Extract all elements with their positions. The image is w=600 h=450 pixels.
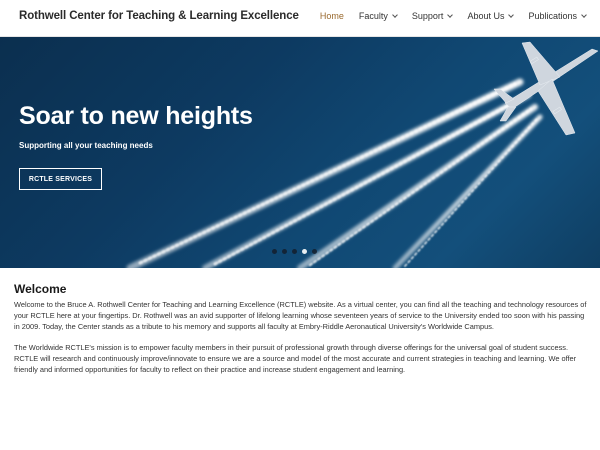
chevron-down-icon bbox=[392, 12, 398, 18]
nav-item-publications[interactable]: Publications bbox=[528, 11, 587, 21]
welcome-paragraph: Welcome to the Bruce A. Rothwell Center … bbox=[14, 300, 587, 331]
main-content: Welcome Welcome to the Bruce A. Rothwell… bbox=[14, 282, 589, 385]
chevron-down-icon bbox=[508, 12, 515, 18]
site-header: Rothwell Center for Teaching & Learning … bbox=[0, 0, 600, 37]
nav-item-home[interactable]: Home bbox=[320, 11, 344, 21]
main-nav: Home Faculty Support About Us Publicatio… bbox=[305, 11, 587, 21]
airplane-contrails-image bbox=[126, 41, 599, 268]
slider-pagination bbox=[272, 249, 317, 254]
hero-subheading: Supporting all your teaching needs bbox=[19, 141, 153, 150]
slide-dot[interactable] bbox=[272, 249, 277, 254]
nav-item-label: Faculty bbox=[358, 11, 388, 21]
chevron-down-icon bbox=[447, 12, 454, 18]
nav-item-about-us[interactable]: About Us bbox=[467, 11, 515, 21]
slide-dot[interactable] bbox=[292, 249, 297, 254]
nav-item-label: About Us bbox=[467, 11, 505, 21]
hero-heading: Soar to new heights bbox=[19, 102, 253, 130]
hero-slider: Soar to new heights Supporting all your … bbox=[0, 37, 600, 268]
slide-dot[interactable] bbox=[282, 249, 287, 254]
welcome-heading: Welcome bbox=[14, 282, 67, 296]
nav-item-faculty[interactable]: Faculty bbox=[358, 11, 398, 21]
mission-paragraph: The Worldwide RCTLE's mission is to empo… bbox=[14, 343, 577, 374]
slide-dot[interactable] bbox=[312, 249, 317, 254]
nav-item-label: Support bbox=[411, 11, 444, 21]
chevron-down-icon bbox=[581, 12, 587, 18]
site-title[interactable]: Rothwell Center for Teaching & Learning … bbox=[19, 10, 299, 22]
slide-dot-active[interactable] bbox=[302, 249, 307, 254]
nav-item-label: Home bbox=[319, 11, 344, 21]
nav-item-label: Publications bbox=[528, 11, 577, 21]
rctle-services-button[interactable]: RCTLE SERVICES bbox=[19, 168, 102, 190]
nav-item-support[interactable]: Support bbox=[411, 11, 454, 21]
